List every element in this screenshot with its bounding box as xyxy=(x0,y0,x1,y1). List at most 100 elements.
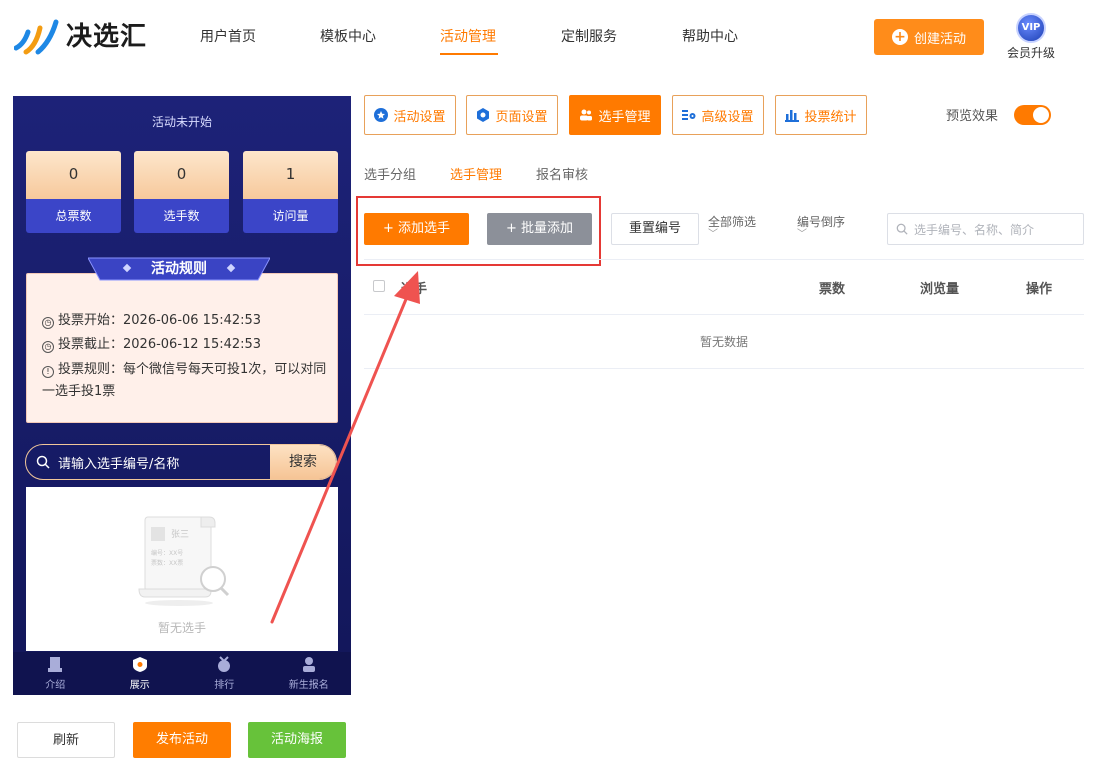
create-activity-button[interactable]: + 创建活动 xyxy=(874,19,984,55)
create-activity-label: 创建活动 xyxy=(913,31,966,47)
subtab-signup-review[interactable]: 报名审核 xyxy=(536,164,588,183)
stat-contestants: 0 选手数 xyxy=(134,151,229,233)
page-settings-label: 页面设置 xyxy=(495,109,548,125)
nav-activity-management[interactable]: 活动管理 xyxy=(440,28,496,46)
nav-custom-service[interactable]: 定制服务 xyxy=(561,28,617,46)
vote-rule-text-line1: 投票规则：每个微信号每天可投1次，可以对同 xyxy=(58,362,327,377)
search-icon xyxy=(36,455,50,469)
add-contestant-button[interactable]: + 添加选手 xyxy=(364,213,469,245)
vote-start-time: ◷ 投票开始：2026-06-06 15:42:53 xyxy=(42,309,261,332)
preview-effect-label: 预览效果 xyxy=(946,109,999,124)
stat-value: 1 xyxy=(243,151,338,199)
page-settings-button[interactable]: 页面设置 xyxy=(466,95,558,135)
list-search-placeholder: 选手编号、名称、简介 xyxy=(914,222,1035,237)
tab-intro-label: 介绍 xyxy=(45,680,66,691)
plus-circle-icon: + xyxy=(891,29,908,45)
vote-start-text: 投票开始：2026-06-06 15:42:53 xyxy=(58,313,262,328)
advanced-settings-label: 高级设置 xyxy=(701,109,754,125)
subtab-contestant-groups[interactable]: 选手分组 xyxy=(364,164,416,183)
activity-settings-button[interactable]: 活动设置 xyxy=(364,95,456,135)
stat-visits: 1 访问量 xyxy=(243,151,338,233)
tab-showcase-label: 展示 xyxy=(129,680,150,691)
users-icon xyxy=(580,109,593,121)
contestant-list-search-input[interactable]: 选手编号、名称、简介 xyxy=(887,213,1084,245)
stat-label: 选手数 xyxy=(134,199,229,233)
table-empty-text: 暂无数据 xyxy=(699,335,748,349)
mobile-preview: 活动未开始 0 总票数 0 选手数 1 访问量 活动规则 ◷ 投票开始：2026-… xyxy=(13,96,351,695)
select-all-checkbox[interactable] xyxy=(373,280,385,292)
column-header-votes: 票数 xyxy=(819,282,846,297)
stat-label: 访问量 xyxy=(243,199,338,233)
chevron-down-icon: ﹀ xyxy=(797,229,807,240)
gear-icon xyxy=(477,108,490,122)
star-icon xyxy=(374,108,389,122)
column-header-contestant: 选手 xyxy=(401,282,428,297)
brand-name: 决选汇 xyxy=(66,22,148,52)
intro-icon xyxy=(48,657,63,672)
empty-document-illustration: 张三 编号：XX号 票数：XX票 xyxy=(138,516,230,606)
contestant-management-button[interactable]: 选手管理 xyxy=(569,95,661,135)
clock-icon: ◷ xyxy=(42,317,54,329)
clock-icon: ◷ xyxy=(42,341,54,353)
rules-title: 活动规则 xyxy=(151,261,207,277)
stat-label: 总票数 xyxy=(26,199,121,233)
sort-dropdown-label: 编号倒序 xyxy=(797,215,846,229)
signup-icon xyxy=(302,657,315,672)
info-icon: ! xyxy=(42,366,54,378)
batch-add-button[interactable]: + 批量添加 xyxy=(487,213,592,245)
vote-rule-text-line2: 一选手投1票 xyxy=(42,384,116,399)
advanced-settings-button[interactable]: 高级设置 xyxy=(672,95,764,135)
activity-settings-label: 活动设置 xyxy=(393,109,446,125)
refresh-button[interactable]: 刷新 xyxy=(17,722,115,758)
contestant-search-placeholder: 请输入选手编号/名称 xyxy=(58,456,180,472)
tab-ranking-label: 排行 xyxy=(214,680,235,691)
vote-statistics-button[interactable]: 投票统计 xyxy=(775,95,867,135)
illustration-name: 张三 xyxy=(171,529,189,540)
column-header-actions: 操作 xyxy=(1026,282,1053,297)
toggle-knob xyxy=(1033,107,1049,123)
vip-upgrade-link[interactable]: 会员升级 xyxy=(1007,44,1055,61)
contestant-list-empty: 张三 编号：XX号 票数：XX票 暂无选手 xyxy=(26,487,338,651)
sort-dropdown[interactable]: 编号倒序 ﹀ xyxy=(797,214,845,240)
table-top-divider xyxy=(364,259,1084,260)
nav-active-indicator xyxy=(440,53,498,55)
empty-contestants-text: 暂无选手 xyxy=(157,621,206,635)
search-icon xyxy=(896,223,908,235)
chevron-down-icon: ﹀ xyxy=(708,229,718,240)
table-bottom-divider xyxy=(364,368,1084,369)
contestant-search-button[interactable]: 搜索 xyxy=(270,445,336,479)
vote-end-text: 投票截止：2026-06-12 15:42:53 xyxy=(58,337,262,352)
ranking-icon xyxy=(218,656,231,672)
tab-intro[interactable]: 介绍 xyxy=(13,652,98,695)
nav-templates[interactable]: 模板中心 xyxy=(320,28,376,46)
brand-logo-icon xyxy=(14,19,59,55)
nav-help-center[interactable]: 帮助中心 xyxy=(682,28,738,46)
column-header-views: 浏览量 xyxy=(920,282,960,297)
activity-poster-button[interactable]: 活动海报 xyxy=(248,722,346,758)
filter-dropdown[interactable]: 全部筛选 ﹀ xyxy=(708,214,756,240)
activity-status: 活动未开始 xyxy=(151,115,212,129)
reset-numbering-button[interactable]: 重置编号 xyxy=(611,213,699,245)
tab-signup-label: 新生报名 xyxy=(288,680,329,691)
tab-signup[interactable]: 新生报名 xyxy=(267,652,352,695)
contestant-management-label: 选手管理 xyxy=(598,109,651,125)
filter-dropdown-label: 全部筛选 xyxy=(708,215,757,229)
nav-user-home[interactable]: 用户首页 xyxy=(200,28,256,46)
vote-rule: ! 投票规则：每个微信号每天可投1次，可以对同 xyxy=(42,358,326,381)
contestant-search-bar: 请输入选手编号/名称 搜索 xyxy=(25,444,337,480)
bar-chart-icon xyxy=(785,110,800,122)
table-header-divider xyxy=(364,314,1084,315)
preview-effect-toggle[interactable] xyxy=(1014,105,1051,125)
vote-statistics-label: 投票统计 xyxy=(804,109,857,125)
subtab-contestant-management[interactable]: 选手管理 xyxy=(450,164,502,183)
mobile-tabbar: 介绍 展示 排行 新生报名 xyxy=(13,652,351,695)
settings-list-icon xyxy=(682,110,696,120)
illustration-number: 编号：XX号 xyxy=(151,549,183,557)
publish-activity-button[interactable]: 发布活动 xyxy=(133,722,231,758)
stat-value: 0 xyxy=(134,151,229,199)
tab-ranking[interactable]: 排行 xyxy=(182,652,267,695)
tab-showcase[interactable]: 展示 xyxy=(98,652,183,695)
illustration-votes: 票数：XX票 xyxy=(151,559,183,567)
contestant-search-input[interactable]: 请输入选手编号/名称 xyxy=(26,445,270,479)
vip-icon[interactable]: VIP xyxy=(1016,13,1046,43)
